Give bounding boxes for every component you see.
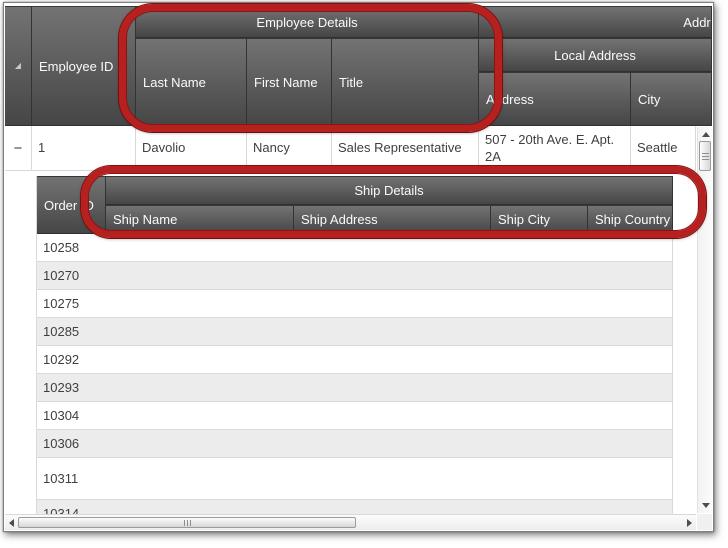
- orders-nested-grid: Order ID Ship Details Ship Name Ship Add…: [36, 176, 673, 514]
- column-header-ship-name[interactable]: Ship Name: [106, 205, 294, 234]
- last-name-cell[interactable]: Davolio: [136, 126, 247, 171]
- column-header-last-name[interactable]: Last Name: [136, 38, 247, 126]
- column-group-local-address[interactable]: Local Address: [479, 38, 712, 72]
- column-header-first-name[interactable]: First Name: [247, 38, 332, 126]
- column-header-city[interactable]: City: [631, 72, 712, 126]
- order-row: 10275 Magazzini Alimentari Riuniti Via L…: [37, 290, 673, 318]
- scroll-up-arrow-icon[interactable]: [702, 132, 710, 137]
- column-group-address-details[interactable]: Addre: [479, 6, 712, 38]
- order-id-cell[interactable]: 10311: [37, 458, 673, 500]
- thumb-grip-icon: [190, 520, 191, 526]
- order-id-cell[interactable]: 10314: [37, 500, 673, 514]
- column-header-employee-id[interactable]: Employee ID: [32, 6, 136, 126]
- vertical-scrollbar[interactable]: [697, 127, 712, 513]
- column-header-title[interactable]: Title: [332, 38, 479, 126]
- row-collapse-toggle[interactable]: −: [5, 126, 32, 171]
- thumb-grip-icon: [702, 153, 709, 154]
- scroll-left-arrow-icon[interactable]: [9, 519, 14, 527]
- order-id-cell[interactable]: 10285: [37, 318, 673, 346]
- thumb-grip-icon: [702, 159, 709, 160]
- thumb-grip-icon: [187, 520, 188, 526]
- column-group-ship-details[interactable]: Ship Details: [106, 176, 673, 205]
- order-id-cell[interactable]: 10275: [37, 290, 673, 318]
- horizontal-scrollbar[interactable]: [5, 514, 696, 530]
- thumb-grip-icon: [702, 156, 709, 157]
- address-cell[interactable]: 507 - 20th Ave. E. Apt. 2A: [479, 126, 631, 171]
- scroll-right-arrow-icon[interactable]: [687, 519, 692, 527]
- order-id-cell[interactable]: 10292: [37, 346, 673, 374]
- city-cell[interactable]: Seattle: [631, 126, 696, 171]
- order-id-cell[interactable]: 10258: [37, 234, 673, 262]
- grid-window: ◢ Employee ID Employee Details Last Name…: [3, 2, 714, 532]
- vertical-scrollbar-thumb[interactable]: [699, 141, 711, 171]
- select-all-corner-button[interactable]: ◢: [5, 6, 32, 126]
- horizontal-scrollbar-thumb[interactable]: [18, 517, 356, 528]
- first-name-cell[interactable]: Nancy: [247, 126, 332, 171]
- order-row: 10258 Ernst Handel Kirchgasse 6 Graz Aus…: [37, 234, 673, 262]
- order-row: 10285 QUICK-Stop Taucherstraße 10 Cunewa…: [37, 318, 673, 346]
- order-row: 10270 Wartian Herkku Torikatu 38 Oulu Fi…: [37, 262, 673, 290]
- employee-id-cell[interactable]: 1: [32, 126, 136, 171]
- order-row: 10293 Tortuga Restaurante Avda. Azteca 1…: [37, 374, 673, 402]
- scroll-down-arrow-icon[interactable]: [702, 503, 710, 508]
- order-id-cell[interactable]: 10293: [37, 374, 673, 402]
- column-header-ship-country[interactable]: Ship Country: [588, 205, 673, 234]
- title-cell[interactable]: Sales Representative: [332, 126, 479, 171]
- column-header-order-id[interactable]: Order ID: [37, 176, 106, 234]
- orders-header: Order ID Ship Details Ship Name Ship Add…: [37, 176, 673, 234]
- column-group-employee-details[interactable]: Employee Details: [136, 6, 479, 38]
- scrollbar-corner: [697, 514, 712, 530]
- employee-row: − 1 Davolio Nancy Sales Representative 5…: [5, 126, 696, 171]
- order-row: 10314 Rattlesnake Canyon Grocery 2817 Mi…: [37, 500, 673, 514]
- order-id-cell[interactable]: 10304: [37, 402, 673, 430]
- order-id-cell[interactable]: 10306: [37, 430, 673, 458]
- screenshot-stage: ◢ Employee ID Employee Details Last Name…: [0, 0, 728, 548]
- column-header-ship-address[interactable]: Ship Address: [294, 205, 491, 234]
- order-row: 10311 Du monde entier 67, rue des Cinqua…: [37, 458, 673, 500]
- column-header-address[interactable]: Address: [479, 72, 631, 126]
- column-group-address-details-label: Addre: [683, 7, 712, 37]
- order-row: 10292 Tradiçao Hipermercados Av. Inês de…: [37, 346, 673, 374]
- thumb-grip-icon: [184, 520, 185, 526]
- order-id-cell[interactable]: 10270: [37, 262, 673, 290]
- order-row: 10306 Romero y tomillo Gran Vía, 1 Madri…: [37, 430, 673, 458]
- column-header-ship-city[interactable]: Ship City: [491, 205, 588, 234]
- collapse-minus-icon: −: [14, 141, 23, 156]
- order-row: 10304 Tortuga Restaurante Avda. Azteca 1…: [37, 402, 673, 430]
- corner-expander-icon: ◢: [15, 62, 21, 70]
